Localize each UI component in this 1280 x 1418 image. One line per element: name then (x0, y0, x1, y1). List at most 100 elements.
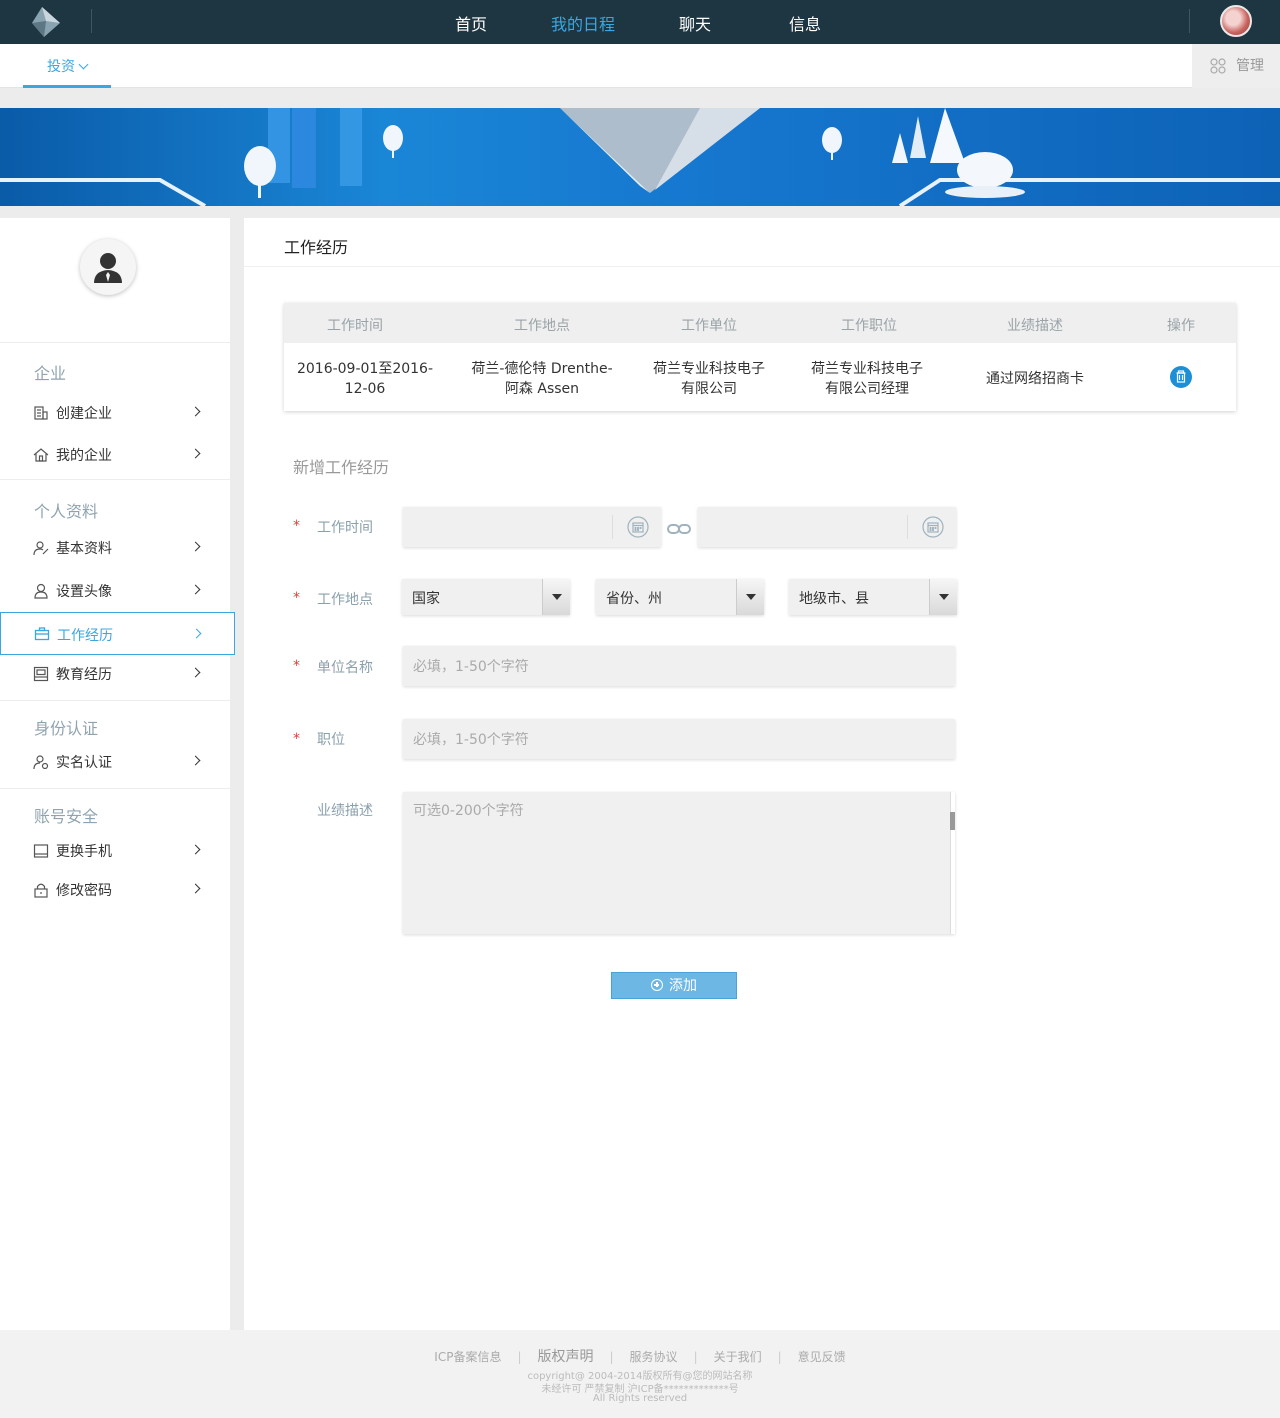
phone-icon (33, 844, 49, 858)
sidebar-item-label: 设置头像 (56, 584, 112, 600)
column-header: 操作 (1167, 318, 1195, 334)
nav-chat[interactable]: 聊天 (679, 11, 711, 35)
sidebar-item-work-experience[interactable]: 工作经历 (0, 612, 235, 655)
nav-messages[interactable]: 信息 (789, 11, 821, 35)
tab-invest-label: 投资 (47, 59, 75, 75)
footer-link-icp[interactable]: ICP备案信息 (418, 1348, 517, 1365)
cell-line: 有限公司 (681, 381, 737, 397)
select-value: 国家 (412, 591, 440, 607)
sidebar-item-basic-info[interactable]: 基本资料 (0, 528, 230, 568)
nav-divider (91, 9, 92, 33)
sidebar-item-label: 修改密码 (56, 883, 112, 899)
chevron-right-icon (190, 667, 201, 678)
add-button-label: 添加 (669, 978, 697, 994)
trash-icon (1176, 370, 1186, 383)
work-experience-table: 工作时间 工作地点 工作单位 工作职位 业绩描述 操作 2016-09-01至2… (284, 303, 1236, 411)
start-date-input[interactable] (403, 507, 661, 547)
tab-invest[interactable]: 投资 (23, 44, 111, 88)
sidebar-heading-profile: 个人资料 (34, 502, 99, 521)
sidebar-item-label: 基本资料 (56, 541, 112, 557)
banner-image (0, 108, 1280, 206)
user-avatar[interactable] (1220, 5, 1252, 37)
sidebar-divider (0, 342, 230, 343)
grid-icon (1210, 58, 1226, 74)
sidebar-divider (0, 788, 230, 789)
main-content: 工作经历 工作时间 工作地点 工作单位 工作职位 业绩描述 操作 2016-09… (244, 218, 1280, 1330)
cell-line: 荷兰专业科技电子 (811, 361, 923, 377)
sidebar-divider (0, 479, 230, 480)
footer-link-copyright[interactable]: 版权声明 (522, 1346, 610, 1366)
nav-divider (1189, 9, 1190, 33)
footer-rights: All Rights reserved (592, 1393, 688, 1404)
chevron-down-icon (78, 59, 89, 70)
calendar-icon[interactable] (627, 516, 649, 538)
column-header: 工作职位 (841, 318, 897, 334)
cell-description: 通过网络招商卡 (986, 371, 1084, 387)
user-silhouette-icon (94, 253, 122, 283)
dropdown-arrow-icon[interactable] (929, 579, 957, 615)
banner-illustration (0, 108, 1280, 206)
logo-icon[interactable] (28, 5, 64, 39)
sidebar-item-my-enterprise[interactable]: 我的企业 (0, 435, 230, 475)
chevron-right-icon (190, 883, 201, 894)
position-input[interactable]: 必填，1-50个字符 (403, 719, 955, 759)
company-name-input[interactable]: 必填，1-50个字符 (403, 646, 955, 686)
manage-button[interactable]: 管理 (1192, 44, 1280, 88)
calendar-icon[interactable] (922, 516, 944, 538)
label-work-time: 工作时间 (317, 520, 373, 536)
chevron-right-icon (190, 584, 201, 595)
link-icon (667, 524, 691, 534)
id-user-icon (33, 755, 49, 770)
title-divider (244, 266, 1280, 267)
building-icon (34, 406, 48, 420)
sidebar-item-label: 我的企业 (56, 448, 112, 464)
dropdown-arrow-icon[interactable] (736, 579, 764, 615)
sidebar-item-education[interactable]: 教育经历 (0, 654, 230, 694)
footer-link-about[interactable]: 关于我们 (698, 1348, 778, 1365)
nav-my-schedule[interactable]: 我的日程 (551, 11, 615, 35)
end-date-input[interactable] (698, 507, 956, 547)
scrollbar-thumb[interactable] (950, 812, 955, 830)
lock-icon (34, 883, 48, 898)
sidebar-item-real-name[interactable]: 实名认证 (0, 742, 230, 782)
footer-link-feedback[interactable]: 意见反馈 (782, 1348, 862, 1365)
table-header: 工作时间 工作地点 工作单位 工作职位 业绩描述 操作 (284, 303, 1236, 343)
description-textarea[interactable]: 可选0-200个字符 (403, 792, 955, 934)
nav-home[interactable]: 首页 (455, 11, 487, 35)
footer-link-terms[interactable]: 服务协议 (614, 1348, 694, 1365)
cell-line: 阿森 Assen (504, 381, 580, 397)
sidebar-heading-enterprise: 企业 (34, 364, 67, 383)
chevron-right-icon (190, 406, 201, 417)
sidebar-item-change-phone[interactable]: 更换手机 (0, 831, 230, 871)
input-divider (612, 515, 613, 539)
add-button[interactable]: 添加 (611, 972, 737, 999)
delete-button[interactable] (1170, 366, 1192, 388)
cell-time: 2016-09-01至2016- 12-06 (288, 359, 442, 399)
sidebar-heading-security: 账号安全 (34, 807, 99, 826)
column-header: 工作地点 (514, 318, 570, 334)
province-select[interactable]: 省份、州 (596, 579, 764, 615)
column-header: 工作单位 (681, 318, 737, 334)
sidebar-item-create-enterprise[interactable]: 创建企业 (0, 393, 230, 433)
city-select[interactable]: 地级市、县 (789, 579, 957, 615)
chevron-right-icon (190, 541, 201, 552)
required-mark: * (293, 590, 300, 606)
select-value: 省份、州 (606, 591, 662, 607)
dropdown-arrow-icon[interactable] (542, 579, 570, 615)
manage-label: 管理 (1236, 58, 1264, 74)
cell-company: 荷兰专业科技电子 有限公司 (634, 359, 784, 399)
sidebar-item-set-avatar[interactable]: 设置头像 (0, 571, 230, 611)
sidebar-item-label: 实名认证 (56, 755, 112, 771)
home-icon (33, 448, 49, 462)
required-mark: * (293, 731, 300, 747)
book-icon (33, 666, 49, 682)
sidebar-item-change-password[interactable]: 修改密码 (0, 870, 230, 910)
sub-navbar: 投资 管理 (0, 44, 1280, 88)
sidebar-item-label: 更换手机 (56, 844, 112, 860)
chevron-right-icon (191, 628, 202, 639)
required-mark: * (293, 658, 300, 674)
sidebar-heading-identity: 身份认证 (34, 719, 99, 738)
profile-avatar[interactable] (80, 239, 136, 295)
country-select[interactable]: 国家 (402, 579, 570, 615)
user-edit-icon (33, 541, 49, 556)
